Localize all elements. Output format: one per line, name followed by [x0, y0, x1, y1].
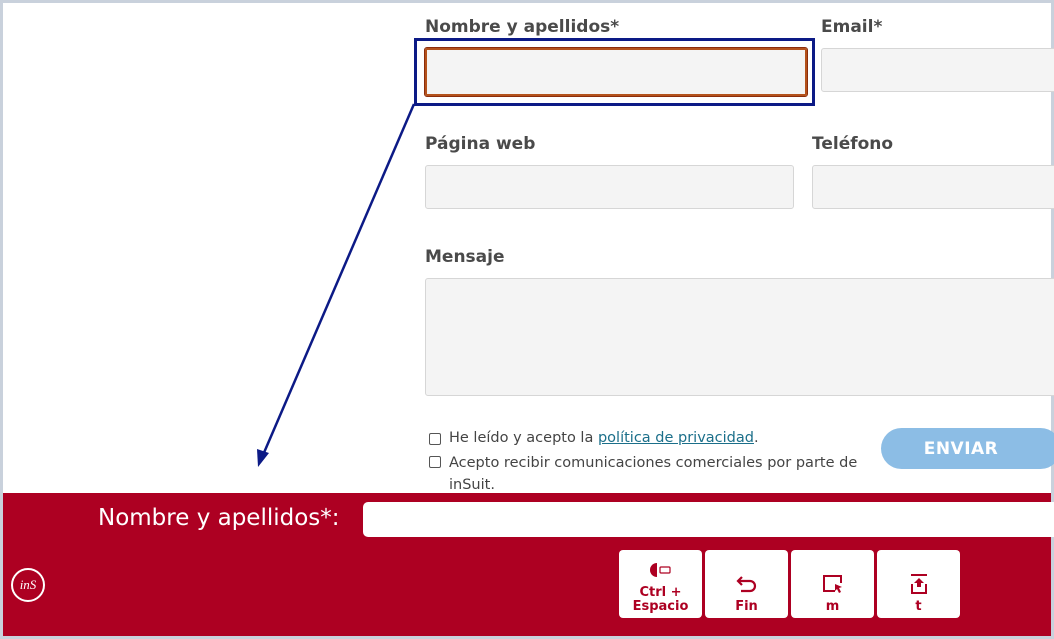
- bar-field-label: Nombre y apellidos*:: [98, 505, 340, 531]
- upload-icon: [907, 572, 931, 596]
- name-label: Nombre y apellidos*: [425, 17, 620, 37]
- key-m[interactable]: m: [791, 550, 874, 618]
- window-cursor-icon: [821, 572, 845, 596]
- email-label: Email*: [821, 17, 883, 37]
- email-input[interactable]: [821, 48, 1054, 92]
- privacy-consent-row: He leído y acepto la política de privaci…: [429, 430, 869, 446]
- privacy-suffix: .: [753, 430, 759, 446]
- key-m-label: m: [825, 599, 840, 614]
- send-button[interactable]: ENVIAR: [881, 428, 1054, 469]
- key-t[interactable]: t: [877, 550, 960, 618]
- privacy-policy-link[interactable]: política de privacidad: [598, 430, 754, 446]
- name-input[interactable]: [424, 47, 808, 97]
- assistive-bar: Nombre y apellidos*: inS Ctrl + Espacio …: [3, 493, 1054, 636]
- privacy-prefix: He leído y acepto la: [449, 430, 598, 446]
- commercial-text: Acepto recibir comunicaciones comerciale…: [449, 455, 858, 493]
- insuit-logo: inS: [11, 568, 45, 602]
- privacy-text: He leído y acepto la política de privaci…: [449, 430, 759, 446]
- key-end-label: Fin: [735, 599, 758, 614]
- key-ctrl-space[interactable]: Ctrl + Espacio: [619, 550, 702, 618]
- web-input[interactable]: [425, 165, 794, 209]
- commercial-checkbox[interactable]: [429, 456, 441, 468]
- key-t-label: t: [915, 599, 922, 614]
- toggle-icon: [649, 558, 673, 582]
- privacy-checkbox[interactable]: [429, 433, 441, 445]
- undo-arrow-icon: [735, 572, 759, 596]
- message-label: Mensaje: [425, 247, 505, 267]
- key-end[interactable]: Fin: [705, 550, 788, 618]
- web-label: Página web: [425, 134, 536, 154]
- phone-input[interactable]: [812, 165, 1054, 209]
- key-ctrl-space-label: Ctrl + Espacio: [632, 585, 689, 614]
- message-textarea[interactable]: [425, 278, 1054, 396]
- commercial-consent-row: Acepto recibir comunicaciones comerciale…: [429, 452, 869, 496]
- logo-text: inS: [19, 577, 37, 592]
- phone-label: Teléfono: [812, 134, 894, 154]
- bar-text-input[interactable]: [363, 502, 1054, 537]
